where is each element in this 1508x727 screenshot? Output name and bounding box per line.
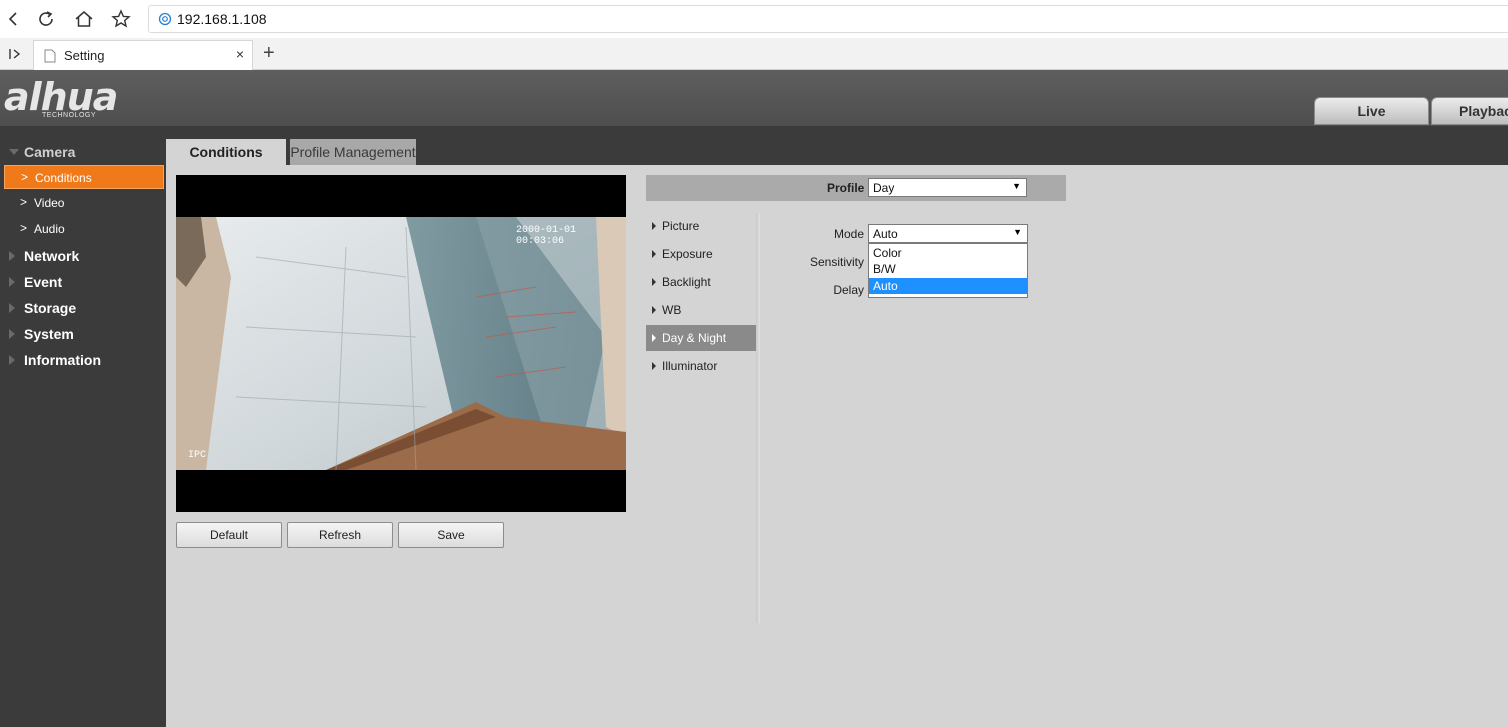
sidebar-item-label: System (24, 326, 74, 342)
mode-select[interactable]: Auto ▼ (868, 224, 1028, 243)
menu-item-label: Picture (662, 219, 700, 233)
chevron-right-icon: > (20, 195, 28, 209)
mode-option-color[interactable]: Color (869, 245, 1027, 261)
video-timestamp: 2000-01-01 00:03:06 (516, 225, 577, 247)
profile-select[interactable]: Day ▼ (868, 178, 1027, 197)
menu-divider (756, 213, 760, 623)
triangle-right-icon (652, 334, 656, 342)
menu-item-illuminator[interactable]: Illuminator (646, 353, 756, 379)
tab-profile-management[interactable]: Profile Management (290, 139, 416, 165)
sidebar-subitem-audio[interactable]: > Audio (4, 217, 164, 241)
video-preview[interactable]: 2000-01-01 00:03:06 IPC (176, 175, 626, 512)
back-arrow-icon (8, 12, 17, 26)
mode-select-value: Auto (873, 227, 898, 241)
camera-image: 2000-01-01 00:03:06 IPC (176, 217, 626, 470)
triangle-right-icon (652, 278, 656, 286)
profile-bar: Profile Day ▼ (646, 175, 1066, 201)
menu-item-wb[interactable]: WB (646, 297, 756, 323)
menu-item-day-night[interactable]: Day & Night (646, 325, 756, 351)
mode-dropdown-list: Color B/W Auto (868, 243, 1028, 298)
sidebar-item-event[interactable]: Event (0, 271, 166, 293)
collapsed-arrow-icon (9, 277, 15, 287)
home-icon (75, 11, 93, 27)
site-info-icon (158, 12, 172, 26)
url-text: 192.168.1.108 (177, 11, 267, 27)
camera-scene (176, 217, 626, 470)
sensitivity-label: Sensitivity (809, 255, 864, 269)
menu-item-label: Day & Night (662, 331, 727, 345)
default-button[interactable]: Default (176, 522, 282, 548)
sidebar-subitem-video[interactable]: > Video (4, 191, 164, 215)
profile-label: Profile (827, 181, 865, 195)
dahua-logo: alhua TECHNOLOGY (4, 75, 118, 119)
browser-tab[interactable]: Setting × (33, 40, 253, 70)
profile-select-value: Day (873, 181, 895, 195)
menu-item-label: WB (662, 303, 682, 317)
browser-toolbar: 192.168.1.108 (0, 0, 1508, 38)
sidebar-item-label: Camera (24, 144, 76, 160)
tab-conditions[interactable]: Conditions (166, 139, 286, 165)
menu-item-label: Exposure (662, 247, 713, 261)
sidebar-subitem-label: Video (34, 196, 65, 210)
sidebar-toggle-icon[interactable] (8, 47, 22, 61)
collapsed-arrow-icon (9, 329, 15, 339)
menu-item-exposure[interactable]: Exposure (646, 241, 756, 267)
collapsed-arrow-icon (9, 355, 15, 365)
sidebar-item-label: Network (24, 248, 80, 264)
content-tab-bar: Conditions Profile Management (166, 126, 1508, 165)
sidebar-item-network[interactable]: Network (0, 245, 166, 267)
sidebar-item-label: Information (24, 352, 101, 368)
menu-item-label: Backlight (662, 275, 711, 289)
app-header: alhua TECHNOLOGY Live Playback (0, 70, 1508, 126)
chevron-right-icon: > (20, 221, 28, 235)
sidebar-item-label: Storage (24, 300, 77, 316)
dropdown-caret-icon: ▼ (1012, 181, 1021, 191)
mode-option-auto[interactable]: Auto (869, 278, 1027, 294)
sidebar-item-label: Event (24, 274, 63, 290)
reload-button[interactable] (33, 6, 59, 32)
tab-close-icon[interactable]: × (236, 46, 244, 62)
page-root: 192.168.1.108 Setting × + alhua TECHNOLO… (0, 0, 1508, 727)
menu-item-picture[interactable]: Picture (646, 213, 756, 239)
dropdown-caret-icon: ▼ (1013, 227, 1022, 237)
video-channel-name: IPC (188, 450, 207, 461)
home-button[interactable] (71, 6, 97, 32)
menu-item-label: Illuminator (662, 359, 718, 373)
refresh-button[interactable]: Refresh (287, 522, 393, 548)
bookmark-button[interactable] (108, 6, 134, 32)
sidebar-item-information[interactable]: Information (0, 349, 166, 371)
playback-button[interactable]: Playback (1431, 97, 1508, 125)
tab-strip: Setting × + (0, 38, 1508, 70)
sidebar-item-storage[interactable]: Storage (0, 297, 166, 319)
live-button[interactable]: Live (1314, 97, 1429, 125)
address-bar[interactable]: 192.168.1.108 (148, 5, 1508, 33)
tab-title: Setting (64, 48, 105, 63)
triangle-right-icon (652, 250, 656, 258)
triangle-right-icon (652, 222, 656, 230)
reload-icon (39, 11, 53, 26)
triangle-right-icon (652, 362, 656, 370)
logo-text: alhua (4, 75, 118, 119)
sidebar-item-system[interactable]: System (0, 323, 166, 345)
sidebar: Camera > Conditions > Video > Audio Netw… (0, 126, 166, 727)
collapsed-arrow-icon (9, 303, 15, 313)
logo-subtext: TECHNOLOGY (42, 112, 97, 119)
collapsed-arrow-icon (9, 251, 15, 261)
star-icon (111, 9, 131, 28)
sidebar-subitem-label: Audio (34, 222, 65, 236)
delay-label: Delay (833, 283, 864, 297)
back-button[interactable] (0, 6, 26, 32)
page-icon (44, 49, 56, 63)
sidebar-subitem-label: Conditions (35, 171, 92, 185)
triangle-right-icon (652, 306, 656, 314)
mode-label: Mode (833, 227, 864, 241)
mode-option-bw[interactable]: B/W (869, 261, 1027, 277)
expand-arrow-icon (9, 149, 19, 155)
chevron-right-icon: > (21, 170, 29, 184)
sidebar-subitem-conditions[interactable]: > Conditions (4, 165, 164, 189)
save-button[interactable]: Save (398, 522, 504, 548)
new-tab-button[interactable]: + (263, 42, 275, 65)
sidebar-item-camera[interactable]: Camera (0, 141, 166, 163)
menu-item-backlight[interactable]: Backlight (646, 269, 756, 295)
